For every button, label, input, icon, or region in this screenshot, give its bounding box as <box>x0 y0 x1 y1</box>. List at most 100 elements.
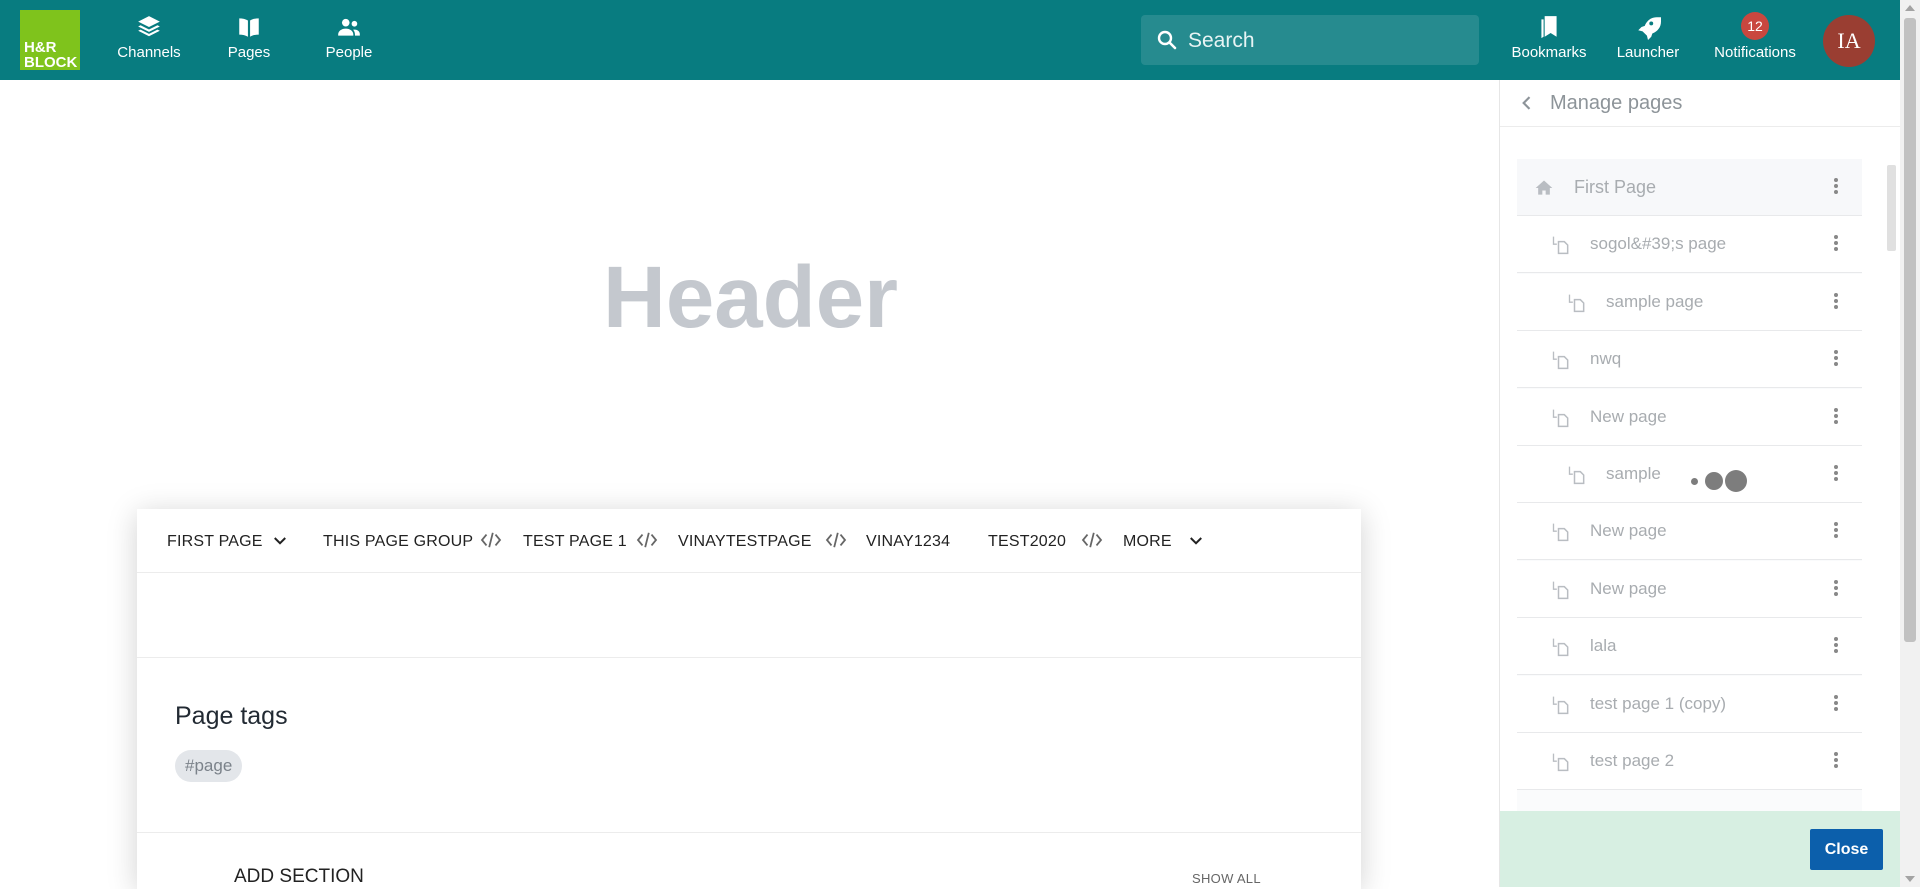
tree-item[interactable]: sogol&#39;s page <box>1517 216 1862 273</box>
show-all-link[interactable]: SHOW ALL <box>1192 871 1261 886</box>
tree-item[interactable]: nwq <box>1517 331 1862 388</box>
more-options-icon[interactable] <box>1829 635 1843 657</box>
divider <box>137 657 1361 658</box>
nav-people-label: People <box>325 44 373 61</box>
more-options-icon[interactable] <box>1829 693 1843 715</box>
more-options-icon[interactable] <box>1829 406 1843 428</box>
scroll-down-arrow[interactable] <box>1905 876 1915 882</box>
tree-item[interactable]: test page 1 (copy) <box>1517 676 1862 733</box>
nav-bookmarks[interactable]: Bookmarks <box>1504 14 1594 61</box>
tree-item-label: test page 2 <box>1590 751 1675 770</box>
nav-channels-label: Channels <box>117 44 181 61</box>
code-icon[interactable] <box>480 531 502 549</box>
nav-channels[interactable]: Channels <box>104 14 194 61</box>
nav-launcher[interactable]: Launcher <box>1603 14 1693 61</box>
close-button[interactable]: Close <box>1810 829 1883 870</box>
scroll-up-arrow[interactable] <box>1905 5 1915 11</box>
home-icon <box>1535 180 1553 195</box>
more-options-icon[interactable] <box>1829 578 1843 600</box>
tree-item-root[interactable]: First Page <box>1517 159 1862 216</box>
page-tabs-bar: FIRST PAGE THIS PAGE GROUP TEST PAGE 1 V… <box>137 509 1361 573</box>
book-icon <box>239 18 259 37</box>
search-box[interactable]: Search <box>1141 15 1479 65</box>
panel-scrollbar-thumb[interactable] <box>1887 165 1896 251</box>
code-icon[interactable] <box>636 531 658 549</box>
panel-footer: Close <box>1500 811 1901 887</box>
chevron-down-icon[interactable] <box>271 532 289 550</box>
chevron-down-icon[interactable] <box>1187 532 1205 550</box>
more-options-icon[interactable] <box>1829 463 1843 485</box>
tree-item[interactable]: sample page <box>1517 274 1862 331</box>
nav-notifications-label: Notifications <box>1714 44 1796 61</box>
tree-item-label: New page <box>1590 521 1667 540</box>
nav-notifications[interactable]: 12 Notifications <box>1703 12 1807 61</box>
page-content-card: FIRST PAGE THIS PAGE GROUP TEST PAGE 1 V… <box>137 509 1361 889</box>
nav-pages[interactable]: Pages <box>204 14 294 61</box>
more-options-icon[interactable] <box>1829 176 1843 198</box>
tree-item-label: test page 1 (copy) <box>1590 694 1727 713</box>
tree-item-label: sample page <box>1606 292 1704 311</box>
panel-title: Manage pages <box>1550 92 1683 114</box>
tree-item[interactable]: New page <box>1517 503 1862 560</box>
subpage-icon <box>1552 581 1569 600</box>
window-scrollbar[interactable] <box>1900 0 1920 887</box>
bell-icon-wrapper: 12 <box>1703 12 1807 40</box>
subpage-icon <box>1552 351 1569 370</box>
nav-launcher-label: Launcher <box>1616 44 1680 61</box>
panel-scrollbar[interactable] <box>1881 147 1901 819</box>
more-options-icon[interactable] <box>1829 348 1843 370</box>
search-icon <box>1157 30 1177 50</box>
tree-item[interactable]: test page 2 <box>1517 733 1862 790</box>
code-icon[interactable] <box>825 531 847 549</box>
tab-test-page-1[interactable]: TEST PAGE 1 <box>523 533 627 551</box>
tree-item[interactable]: New page <box>1517 561 1862 618</box>
tab-vinaytestpage[interactable]: VINAYTESTPAGE <box>678 533 812 551</box>
user-avatar[interactable]: IA <box>1823 15 1875 67</box>
manage-pages-panel: Manage pages First Page sogol&#39;s page s… <box>1499 80 1901 887</box>
page-header-title: Header <box>603 249 898 346</box>
subpage-icon <box>1552 696 1569 715</box>
more-options-icon[interactable] <box>1829 233 1843 255</box>
tag-pill[interactable]: #page <box>175 750 243 782</box>
page-tags-heading: Page tags <box>175 702 288 730</box>
page-tree: First Page sogol&#39;s page sample page nwq… <box>1517 159 1862 811</box>
subpage-icon <box>1552 523 1569 542</box>
top-navigation-bar: H&R BLOCK Channels Pages People Search B… <box>0 0 1900 80</box>
subpage-icon <box>1552 753 1569 772</box>
subpage-icon <box>1552 638 1569 657</box>
logo-text: H&R BLOCK <box>24 39 78 71</box>
nav-pages-label: Pages <box>227 44 271 61</box>
tree-item-label: sample <box>1606 464 1661 483</box>
tree-item[interactable]: lala <box>1517 618 1862 675</box>
tree-item-label: New page <box>1590 407 1667 426</box>
tree-item-label: New page <box>1590 579 1667 598</box>
tree-item-label: nwq <box>1590 349 1622 368</box>
tab-test2020[interactable]: TEST2020 <box>988 533 1066 551</box>
notification-badge: 12 <box>1741 12 1769 40</box>
tree-item-label: First Page <box>1574 177 1657 197</box>
tree-item-label: lala <box>1590 636 1617 655</box>
loading-dots-icon <box>1691 470 1747 492</box>
more-options-icon[interactable] <box>1829 520 1843 542</box>
tab-this-page-group[interactable]: THIS PAGE GROUP <box>323 533 473 551</box>
hr-block-logo[interactable]: H&R BLOCK <box>20 10 80 70</box>
layers-icon <box>138 16 160 37</box>
divider <box>137 832 1361 833</box>
tab-more[interactable]: MORE <box>1123 533 1172 551</box>
tree-item-label: sogol&#39;s page <box>1590 234 1727 253</box>
more-options-icon[interactable] <box>1829 750 1843 772</box>
subpage-icon <box>1568 466 1585 485</box>
tree-item[interactable]: New page <box>1517 389 1862 446</box>
code-icon[interactable] <box>1081 531 1103 549</box>
window-scrollbar-thumb[interactable] <box>1904 18 1916 642</box>
chevron-left-icon[interactable] <box>1517 93 1537 113</box>
tab-vinay1234[interactable]: VINAY1234 <box>866 533 950 551</box>
tree-item[interactable]: sample <box>1517 446 1862 503</box>
nav-bookmarks-label: Bookmarks <box>1511 44 1587 61</box>
nav-people[interactable]: People <box>304 14 394 61</box>
tab-first-page[interactable]: FIRST PAGE <box>167 533 263 551</box>
people-icon <box>338 18 360 36</box>
search-placeholder: Search <box>1188 29 1255 52</box>
add-section-button[interactable]: ADD SECTION <box>234 866 364 888</box>
more-options-icon[interactable] <box>1829 291 1843 313</box>
